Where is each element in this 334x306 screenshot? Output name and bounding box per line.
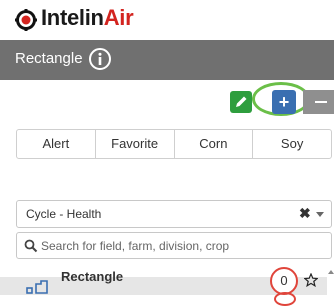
- search-icon: [24, 239, 38, 253]
- page-header: Rectangle: [0, 40, 334, 80]
- toolbar: +: [0, 80, 334, 121]
- filter-tabs: Alert Favorite Corn Soy: [16, 129, 332, 159]
- intelinair-logo-icon: [15, 9, 37, 31]
- star-outline-icon[interactable]: [304, 273, 318, 287]
- brand-name-part1: Intelin: [41, 5, 104, 30]
- info-icon[interactable]: [88, 47, 112, 71]
- brand-name: IntelinAir: [41, 5, 134, 31]
- next-item-annotation: [274, 292, 296, 306]
- search-input[interactable]: [41, 236, 323, 255]
- chevron-down-icon[interactable]: [316, 212, 324, 217]
- list-item-title: Rectangle: [61, 269, 124, 284]
- search-field[interactable]: [16, 232, 332, 259]
- brand-name-part2: Air: [103, 5, 134, 30]
- edit-button[interactable]: [230, 91, 252, 113]
- count-badge: 0: [270, 267, 298, 295]
- tab-corn[interactable]: Corn: [175, 130, 254, 158]
- page-title: Rectangle: [15, 50, 83, 67]
- cycle-select-value: Cycle - Health: [26, 207, 102, 221]
- pencil-icon: [236, 96, 247, 107]
- tab-favorite[interactable]: Favorite: [96, 130, 175, 158]
- tab-soy[interactable]: Soy: [253, 130, 331, 158]
- tab-alert[interactable]: Alert: [17, 130, 96, 158]
- add-button[interactable]: +: [272, 90, 296, 114]
- scroll-up-icon[interactable]: [328, 270, 334, 274]
- logo-bar: IntelinAir: [0, 0, 334, 40]
- field-shapes-icon: [26, 280, 48, 294]
- clear-icon[interactable]: ✖: [299, 205, 311, 222]
- remove-button[interactable]: [303, 90, 334, 114]
- cycle-select[interactable]: Cycle - Health ✖: [16, 200, 332, 228]
